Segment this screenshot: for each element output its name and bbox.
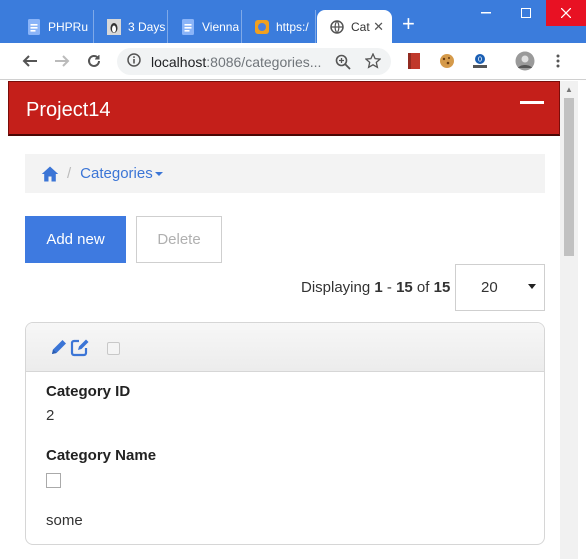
delete-button[interactable]: Delete bbox=[136, 216, 222, 263]
minimize-icon[interactable] bbox=[466, 0, 506, 26]
book-extension-icon[interactable] bbox=[407, 53, 423, 69]
browser-tab-2[interactable]: 3 Days bbox=[94, 10, 168, 43]
cookie-extension-icon[interactable] bbox=[439, 53, 455, 69]
extra-field-value: some bbox=[46, 512, 83, 529]
edit-inline-icon[interactable] bbox=[70, 338, 89, 357]
dropdown-arrow-icon bbox=[528, 284, 536, 289]
browser-tab-title: PHPRu bbox=[48, 19, 89, 34]
info-icon[interactable] bbox=[127, 53, 141, 70]
address-bar[interactable]: localhost:8086/categories... bbox=[117, 48, 391, 75]
pager-summary: Displaying 1 - 15 of 15 bbox=[301, 279, 451, 296]
svg-text:0: 0 bbox=[478, 56, 482, 64]
breadcrumb-current-label: Categories bbox=[80, 165, 153, 182]
category-name-checkbox[interactable] bbox=[46, 473, 61, 488]
browser-tab-title: 3 Days bbox=[128, 19, 166, 34]
add-new-button[interactable]: Add new bbox=[25, 216, 126, 263]
record-card-header bbox=[26, 323, 544, 372]
url-text: localhost:8086/categories... bbox=[151, 53, 321, 70]
docs-icon bbox=[180, 18, 196, 35]
record-card: Category ID 2 Category Name some bbox=[25, 322, 545, 545]
page-size-select[interactable]: 20 bbox=[455, 264, 545, 311]
new-tab-icon[interactable]: + bbox=[402, 13, 415, 35]
page-scrollbar[interactable]: ▲ bbox=[560, 81, 578, 559]
browser-tab-3[interactable]: Vienna bbox=[168, 10, 242, 43]
browser-toolbar: localhost:8086/categories... 0 bbox=[0, 43, 586, 80]
bookmark-star-icon[interactable] bbox=[364, 52, 382, 72]
caret-down-icon bbox=[154, 172, 163, 177]
category-name-label: Category Name bbox=[46, 447, 157, 464]
browser-tab-strip: PHPRu 3 Days Vienna https:/ Cat ✕ + bbox=[0, 0, 586, 43]
maximize-icon[interactable] bbox=[506, 0, 546, 26]
browser-tab-4[interactable]: https:/ bbox=[242, 10, 316, 43]
category-id-value: 2 bbox=[46, 407, 55, 424]
close-tab-icon[interactable]: ✕ bbox=[373, 19, 384, 35]
browser-tab-1[interactable]: PHPRu bbox=[14, 10, 94, 43]
extension-badge-icon[interactable]: 0 bbox=[472, 53, 488, 69]
menu-toggle-icon[interactable] bbox=[520, 101, 544, 104]
back-arrow-icon[interactable] bbox=[20, 51, 40, 71]
edit-pencil-icon[interactable] bbox=[50, 338, 68, 356]
close-window-icon[interactable] bbox=[546, 0, 586, 26]
browser-tab-title: Cat bbox=[351, 19, 370, 34]
profile-avatar-icon[interactable] bbox=[515, 51, 535, 71]
breadcrumb-separator: / bbox=[67, 165, 72, 182]
category-id-label: Category ID bbox=[46, 383, 131, 400]
forward-arrow-icon[interactable] bbox=[52, 51, 72, 71]
home-icon[interactable] bbox=[41, 165, 59, 183]
brand-title[interactable]: Project14 bbox=[26, 99, 111, 122]
scroll-up-icon[interactable]: ▲ bbox=[560, 81, 578, 97]
globe-icon bbox=[329, 19, 345, 35]
page-size-value: 20 bbox=[481, 279, 498, 296]
scroll-thumb[interactable] bbox=[564, 98, 574, 256]
breadcrumb: / Categories bbox=[25, 154, 545, 193]
docs-icon bbox=[26, 18, 42, 35]
app-navbar: Project14 bbox=[8, 81, 560, 136]
browser-tab-title: https:/ bbox=[276, 19, 309, 34]
browser-tab-active[interactable]: Cat ✕ bbox=[317, 10, 392, 43]
zoom-icon[interactable] bbox=[335, 54, 351, 73]
more-menu-icon[interactable] bbox=[550, 53, 566, 69]
row-select-checkbox[interactable] bbox=[107, 342, 120, 355]
penguin-icon bbox=[106, 18, 122, 35]
breadcrumb-categories-dropdown[interactable]: Categories bbox=[80, 165, 163, 182]
site-icon bbox=[254, 19, 270, 35]
browser-tab-title: Vienna bbox=[202, 19, 240, 34]
reload-icon[interactable] bbox=[84, 51, 104, 71]
